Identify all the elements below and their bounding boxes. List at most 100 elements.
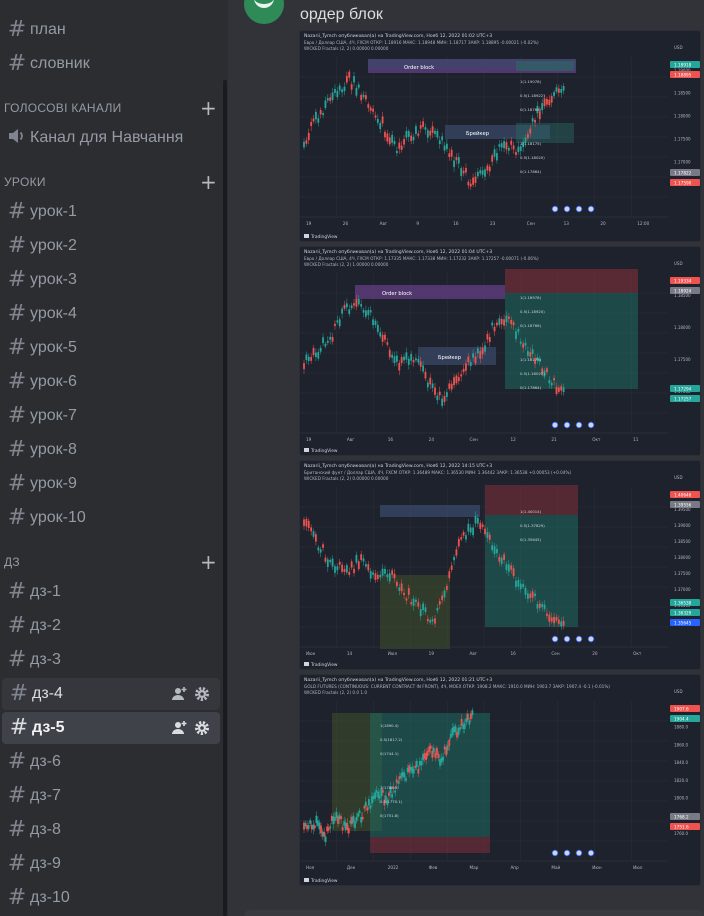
channel-homework-8[interactable]: # дз-8 (0, 814, 222, 846)
chart-image-3[interactable]: Nazarii_Tymch опубликовал(а) на TradingV… (299, 460, 701, 670)
candle (462, 368, 465, 372)
gear-icon[interactable] (194, 686, 210, 702)
x-tick-label: 11 (633, 437, 639, 442)
channel-lesson-3[interactable]: # урок-3 (0, 264, 222, 296)
chart-image-4[interactable]: Nazarii_Tymch опубликовал(а) на TradingV… (299, 674, 701, 886)
channel-homework-3[interactable]: # дз-3 (0, 644, 222, 676)
channel-lesson-9[interactable]: # урок-9 (0, 468, 222, 500)
channel-lesson-5[interactable]: # урок-5 (0, 332, 222, 364)
hash-icon: # (7, 613, 27, 638)
candle (469, 183, 472, 187)
create-channel-plus-icon[interactable]: + (200, 552, 217, 572)
gear-icon[interactable] (194, 720, 210, 736)
invite-member-icon[interactable] (172, 720, 188, 736)
candle (318, 822, 321, 830)
candle (315, 352, 317, 358)
invite-member-icon[interactable] (172, 686, 188, 702)
hash-icon: # (7, 267, 27, 292)
candle (405, 778, 407, 781)
chart-indicator: WICKED Fractals (2, 2) 0.0 1.0 (304, 690, 367, 695)
channel-homework-9[interactable]: # дз-9 (0, 848, 222, 880)
candle (310, 527, 313, 532)
chart-background (300, 247, 700, 455)
fib-label: 0.5(1.18920) (520, 309, 545, 314)
candle (424, 371, 427, 379)
chart-zone (485, 515, 578, 627)
channel-homework-5[interactable]: # дз-5 (2, 712, 220, 744)
candle (369, 570, 372, 579)
candle (331, 336, 334, 342)
channel-lesson-1[interactable]: # урок-1 (0, 196, 222, 228)
channel-label: дз-4 (32, 685, 63, 702)
fib-label: 1(1.40014) (520, 509, 542, 514)
channel-plan[interactable]: # план (0, 14, 222, 46)
candle (417, 359, 420, 363)
scrollbar-thumb[interactable] (223, 80, 227, 916)
candle (453, 160, 455, 168)
candle (391, 570, 394, 575)
candle (320, 825, 322, 834)
chart-zone (380, 505, 480, 517)
candle (534, 593, 536, 597)
candle (448, 383, 451, 389)
candle (465, 363, 467, 371)
candle (450, 383, 453, 390)
channel-homework-10[interactable]: # дз-10 (0, 882, 222, 914)
hash-icon: # (7, 369, 27, 394)
fib-label: 1(1788.9) (380, 785, 399, 790)
candle (486, 165, 489, 171)
category-voice[interactable]: ГОЛОСОВІ КАНАЛИ + (4, 98, 217, 118)
candle (548, 99, 551, 106)
category-lessons[interactable]: УРОКИ + (4, 172, 217, 192)
candle (493, 326, 496, 332)
category-homework[interactable]: ДЗ + (4, 552, 217, 572)
candle (393, 356, 396, 364)
candle (381, 568, 384, 576)
channel-homework-7[interactable]: # дз-7 (0, 780, 222, 812)
chart-image-1[interactable]: Nazarii_Tymch опубликовал(а) на TradingV… (299, 30, 701, 242)
candle (360, 304, 363, 307)
candle (472, 177, 475, 185)
y-tick-label: USD (674, 45, 683, 50)
channel-homework-6[interactable]: # дз-6 (0, 746, 222, 778)
candle (400, 145, 403, 150)
candle (538, 111, 541, 120)
channel-lesson-7[interactable]: # урок-7 (0, 400, 222, 432)
candle (560, 89, 563, 93)
channel-lesson-2[interactable]: # урок-2 (0, 230, 222, 262)
candle (369, 310, 372, 313)
channel-dictionary[interactable]: # словник (0, 48, 222, 80)
candle (376, 118, 379, 123)
candle (384, 334, 386, 340)
create-channel-plus-icon[interactable]: + (200, 98, 217, 118)
create-channel-plus-icon[interactable]: + (200, 172, 217, 192)
candle (317, 820, 319, 826)
event-flag-icon (575, 635, 583, 643)
candle (434, 618, 436, 624)
voice-channel-learning[interactable]: Канал для Навчання (0, 122, 222, 154)
candle (357, 84, 360, 88)
candle (546, 368, 548, 373)
channel-homework-4[interactable]: # дз-4 (2, 678, 220, 710)
channel-label: урок-5 (30, 339, 77, 356)
candle (405, 598, 408, 601)
chart-image-2[interactable]: Nazarii_Tymch опубликовал(а) на TradingV… (299, 246, 701, 456)
candle (438, 391, 441, 396)
candle (375, 790, 378, 793)
channel-lesson-10[interactable]: # урок-10 (0, 502, 222, 534)
candle (358, 810, 361, 814)
chart-indicator: WICKED Fractals (2, 2) 0.00000 0.00000 (304, 476, 389, 481)
candle (324, 100, 327, 109)
candle (474, 515, 477, 524)
channel-lesson-8[interactable]: # урок-8 (0, 434, 222, 466)
fib-label: 0(1.17864) (520, 169, 542, 174)
channel-lesson-4[interactable]: # урок-4 (0, 298, 222, 330)
tradingview-brand: TradingView (310, 662, 338, 668)
candle (315, 534, 317, 542)
channel-lesson-6[interactable]: # урок-6 (0, 366, 222, 398)
channel-homework-2[interactable]: # дз-2 (0, 610, 222, 642)
candle (479, 522, 482, 529)
candle (410, 353, 413, 361)
channel-homework-1[interactable]: # дз-1 (0, 576, 222, 608)
candle (398, 587, 401, 591)
